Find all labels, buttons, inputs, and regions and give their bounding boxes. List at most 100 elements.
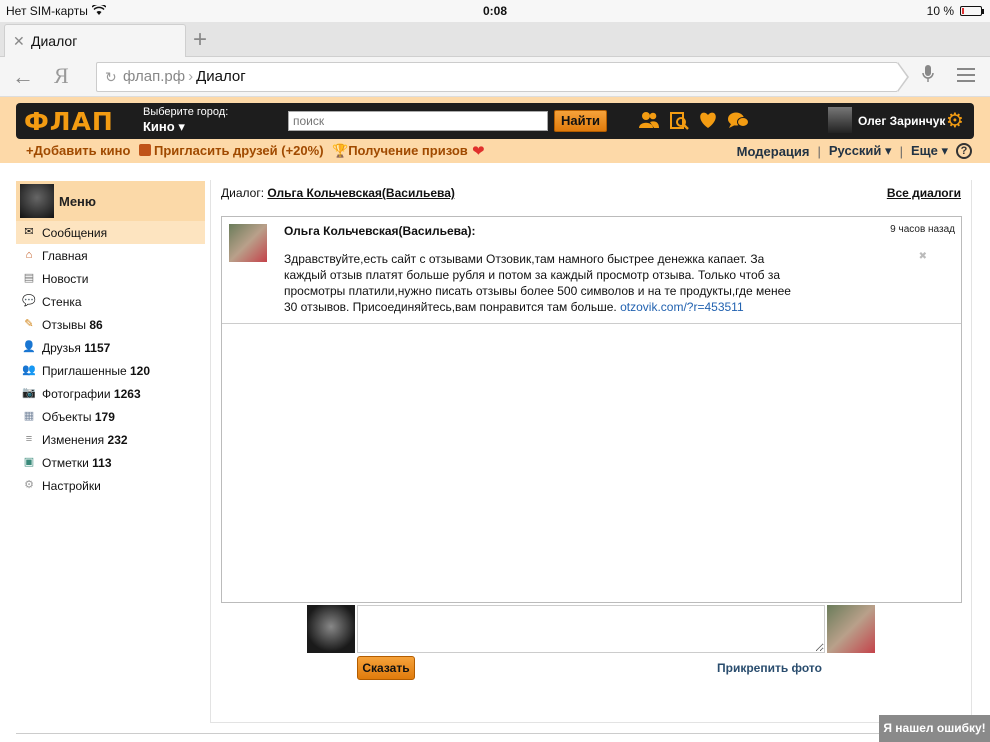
invite-icon [139,144,151,156]
reviews-icon: ✎ [24,318,34,330]
my-avatar [307,605,355,653]
city-selector[interactable]: Кино ▾ [143,119,185,135]
message-author[interactable]: Ольга Кольчевская(Васильева): [284,224,476,238]
user-avatar[interactable] [828,107,852,133]
friends-icon[interactable] [638,111,660,136]
dialog-panel: Диалог: Ольга Кольчевская(Васильева) Все… [210,180,972,723]
heart-icon[interactable] [698,111,718,136]
home-icon: ⌂ [25,249,33,261]
footer-divider [16,733,974,734]
label-text: Приглашенные [42,364,127,378]
add-movie-link[interactable]: +Добавить кино [26,143,130,158]
attach-photo-link[interactable]: Прикрепить фото [717,661,822,675]
messages-icon[interactable] [727,111,749,136]
url-arrow-fill [897,63,907,91]
sidebar-item-label: Отметки 113 [42,456,112,470]
item-count: 86 [89,318,103,332]
sidebar-item-reviews[interactable]: ✎ Отзывы 86 [16,313,205,336]
search-people-icon[interactable] [669,111,689,136]
url-page: Диалог [196,68,246,85]
envelope-icon: ✉ [24,226,34,238]
item-count: 113 [92,456,112,470]
back-arrow-icon[interactable]: ← [12,64,34,90]
label-text: Новости [42,272,89,286]
sidebar-item-news[interactable]: ▤ Новости [16,267,205,290]
sidebar-item-label: Отзывы 86 [42,318,103,332]
subbar-right: Модерация | Русский ▾ | Еще ▾ ? [737,143,972,159]
browser-tab[interactable]: ✕ Диалог [4,24,186,57]
new-tab-icon[interactable]: + [193,26,207,54]
invite-label: Пригласить друзей (+20%) [154,143,324,158]
battery-fill [962,8,964,14]
reload-icon[interactable]: ↻ [105,69,117,86]
sidebar-item-marks[interactable]: ▣ Отметки 113 [16,451,205,474]
site-logo[interactable]: ФЛАП [24,107,114,136]
sidebar-item-label: Сообщения [42,226,107,240]
heart-badge-icon[interactable]: ❤ [472,142,485,160]
sidebar-item-home[interactable]: ⌂ Главная [16,244,205,267]
reply-textarea[interactable] [357,605,825,653]
sidebar-item-label: Настройки [42,479,101,493]
site-subbar: +Добавить кино Пригласить друзей (+20%) … [0,141,990,161]
address-bar[interactable]: ↻ флап.рф › Диалог [96,62,909,92]
sidebar-item-settings[interactable]: ⚙ Настройки [16,474,205,497]
sidebar-item-friends[interactable]: 👤 Друзья 1157 [16,336,205,359]
send-button[interactable]: Сказать [357,656,415,680]
prizes-label: Получение призов [348,143,468,158]
prizes-link[interactable]: 🏆Получение призов [332,143,468,159]
settings-icon: ⚙ [24,479,34,491]
sender-avatar[interactable] [229,224,267,262]
sidebar-item-changes[interactable]: ≡ Изменения 232 [16,428,205,451]
invite-friends-link[interactable]: Пригласить друзей (+20%) [139,143,324,158]
message-time: 9 часов назад [890,224,955,235]
sidebar-item-label: Приглашенные 120 [42,364,150,378]
dialog-partner-link[interactable]: Ольга Кольчевская(Васильева) [267,186,455,200]
avatar[interactable] [20,184,54,218]
item-count: 120 [130,364,151,378]
trophy-icon: 🏆 [332,143,349,158]
language-label: Русский [828,143,882,158]
sidebar-header: Меню [16,181,205,221]
search-input[interactable] [288,111,548,131]
invited-icon: 👥 [22,364,36,376]
label-text: Сообщения [42,226,108,240]
sidebar-item-wall[interactable]: 💬 Стенка [16,290,205,313]
label-text: Друзья [42,341,81,355]
close-icon[interactable]: ✕ [13,33,25,50]
search-button[interactable]: Найти [554,110,607,132]
sidebar-item-label: Новости [42,272,88,286]
sidebar-item-messages[interactable]: ✉ Сообщения [16,221,205,244]
delete-icon[interactable]: ✖ [919,251,927,262]
gear-icon[interactable]: ⚙ [946,108,964,133]
more-menu[interactable]: Еще ▾ [911,143,948,159]
chevron-down-icon: ▾ [941,143,948,158]
menu-icon[interactable] [957,68,975,86]
city-label: Выберите город: [143,106,229,118]
sidebar-item-label: Объекты 179 [42,410,115,424]
message-body: Здравствуйте,есть сайт с отзывами Отзови… [284,251,804,315]
help-icon[interactable]: ? [956,143,972,159]
header-icons [638,111,749,136]
browser-toolbar: ← Я ↻ флап.рф › Диалог [0,57,990,97]
yandex-icon[interactable]: Я [54,63,69,89]
user-name[interactable]: Олег Заринчук [858,114,945,128]
sidebar-item-invited[interactable]: 👥 Приглашенные 120 [16,359,205,382]
microphone-icon[interactable] [922,65,934,88]
label-text: Стенка [42,295,82,309]
sidebar-item-objects[interactable]: ▦ Объекты 179 [16,405,205,428]
report-bug-button[interactable]: Я нашел ошибку! [879,715,990,742]
sidebar-item-photos[interactable]: 📷 Фотографии 1263 [16,382,205,405]
message-link[interactable]: otzovik.com/?r=453511 [620,300,744,314]
battery-percent: 10 % [926,4,954,18]
sidebar: Меню ✉ Сообщения ⌂ Главная ▤ Новости 💬 С… [16,181,205,497]
message-item: Ольга Кольчевская(Васильева): 9 часов на… [222,217,961,324]
language-selector[interactable]: Русский ▾ [829,143,892,159]
divider: | [899,143,903,159]
message-list[interactable]: Ольга Кольчевская(Васильева): 9 часов на… [221,216,962,603]
moderation-link[interactable]: Модерация [737,144,810,159]
all-dialogs-link[interactable]: Все диалоги [887,186,961,200]
changes-icon: ≡ [25,433,33,445]
person-icon: 👤 [22,341,36,353]
url-text: флап.рф › Диалог [123,68,246,85]
map-icon: ▣ [23,456,35,468]
